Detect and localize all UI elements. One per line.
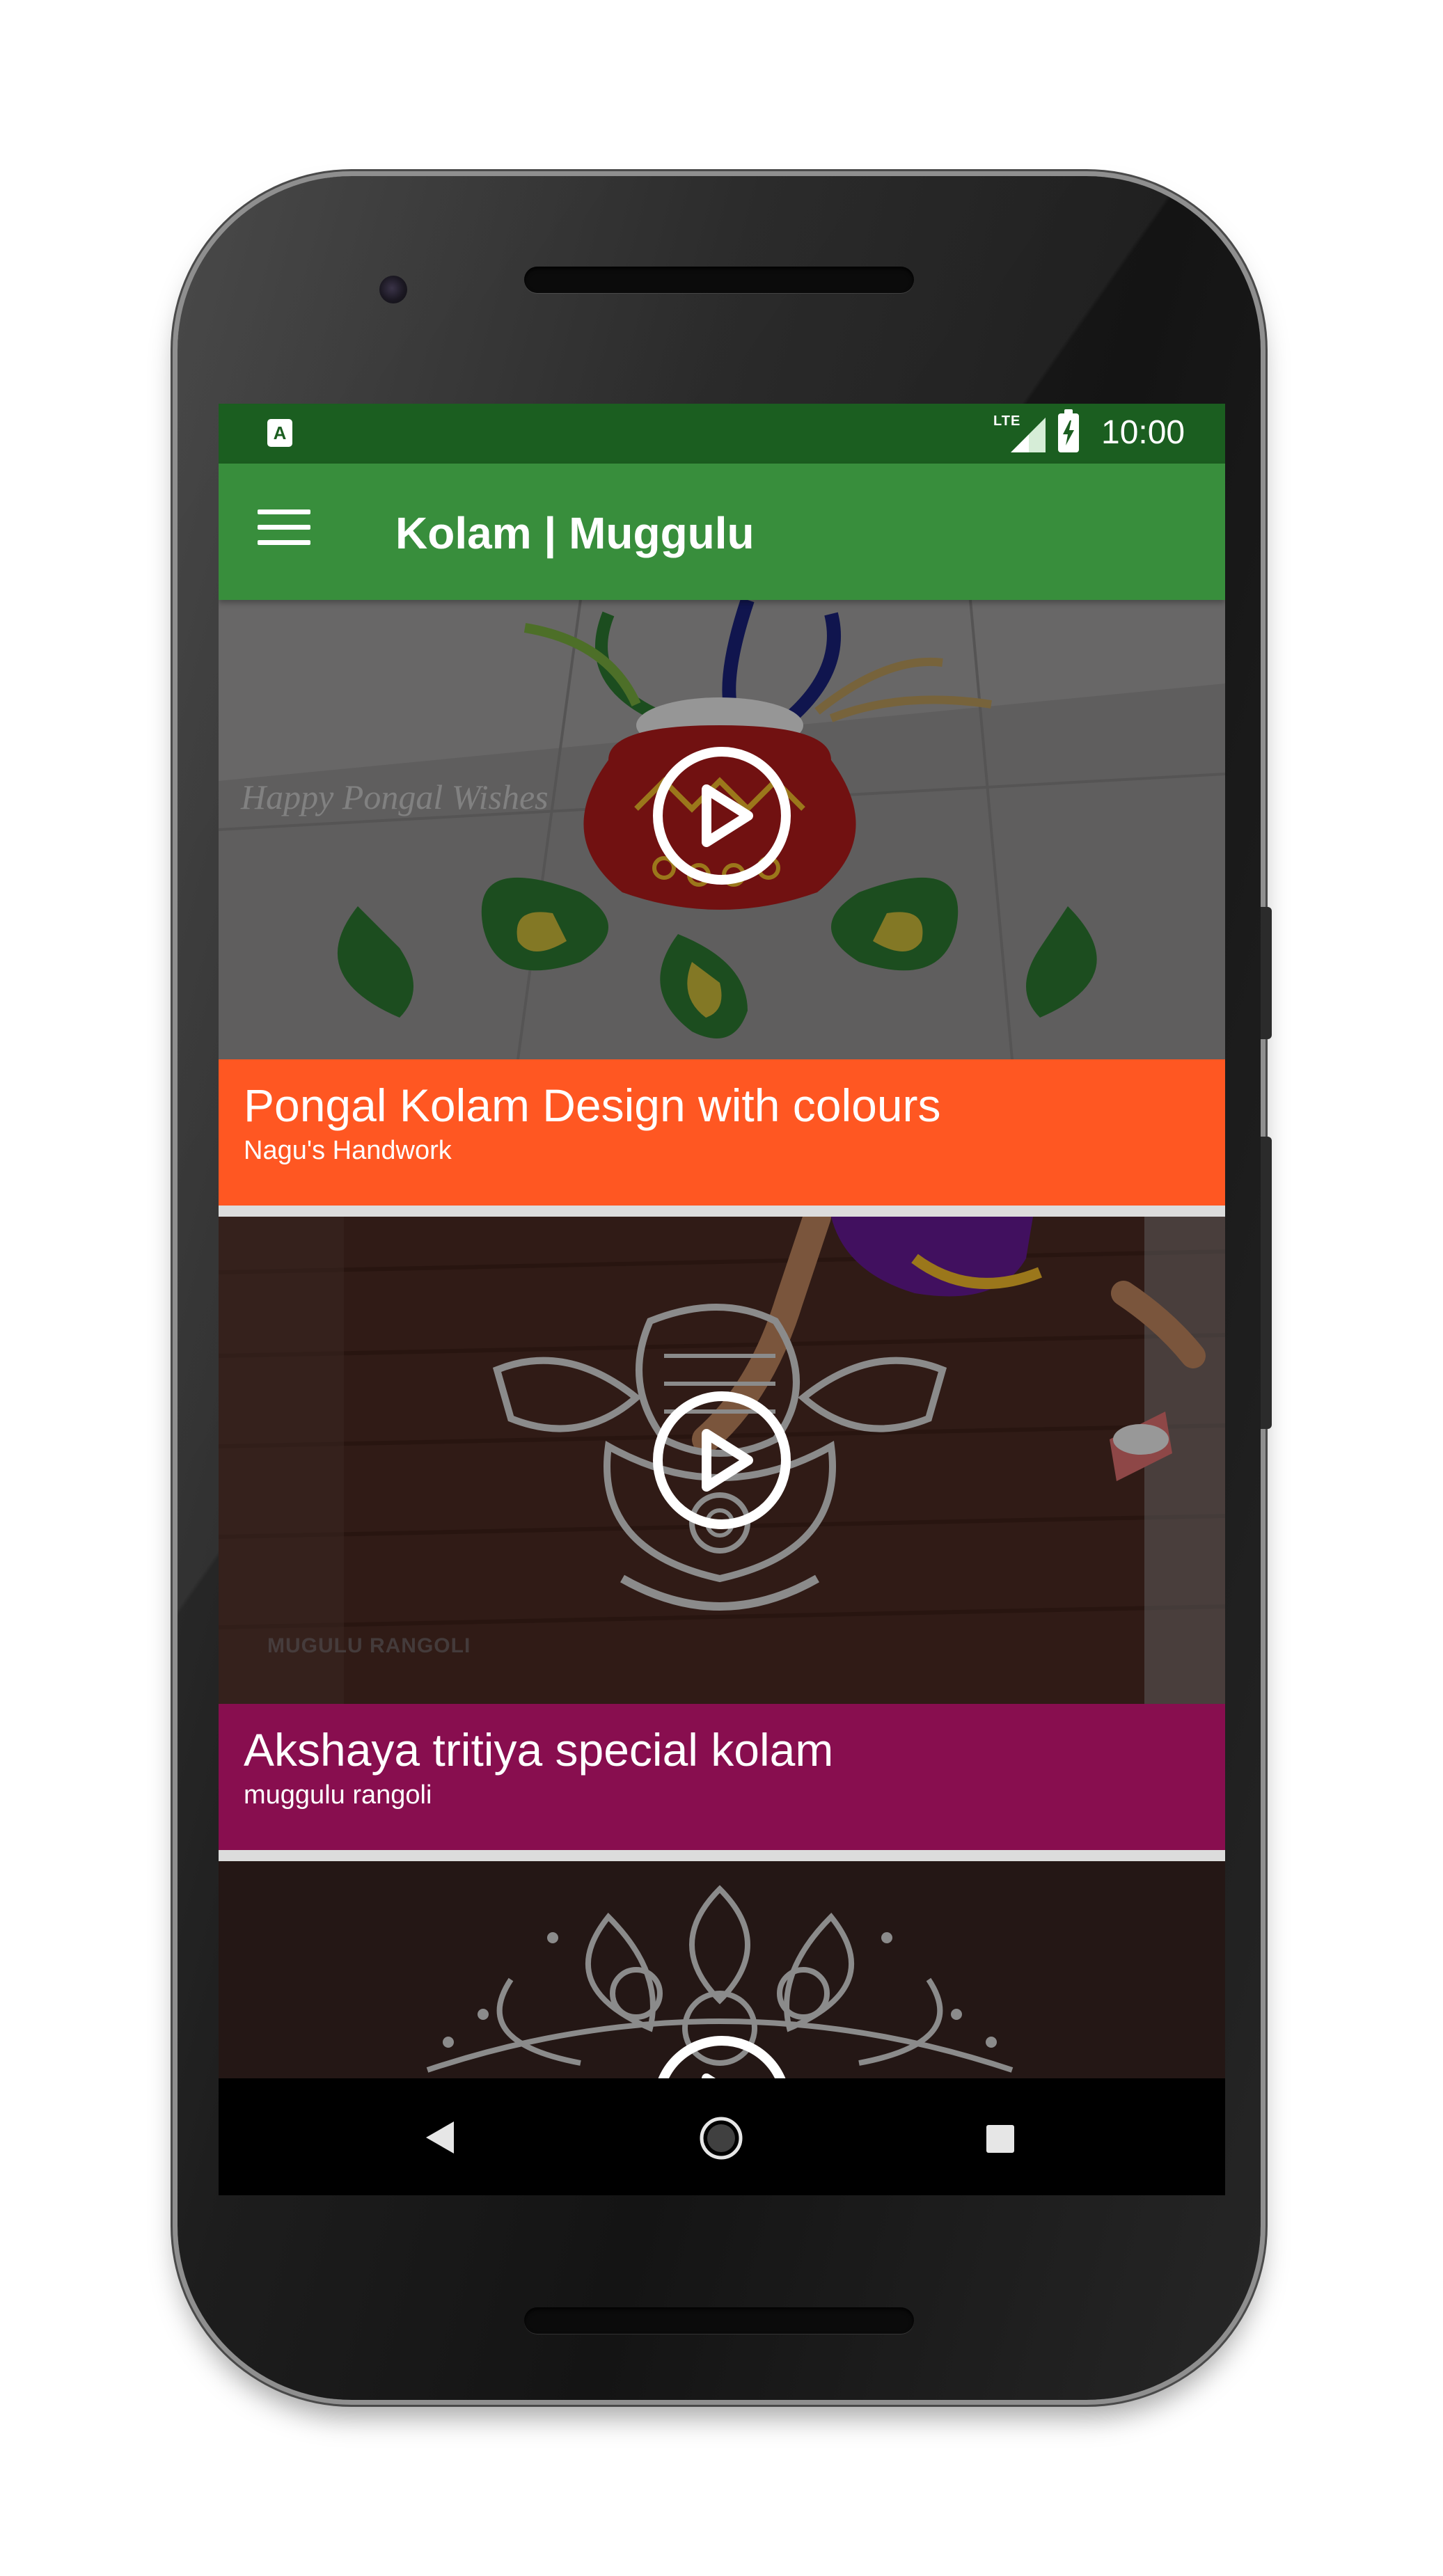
video-title: Akshaya tritiya special kolam xyxy=(244,1724,834,1776)
hamburger-line xyxy=(258,525,310,530)
battery-icon xyxy=(1058,409,1079,452)
hamburger-line xyxy=(258,540,310,545)
back-icon[interactable] xyxy=(425,2120,457,2155)
home-icon[interactable] xyxy=(699,2116,743,2160)
notification-app-icon: A xyxy=(267,419,292,447)
signal-icon xyxy=(1011,418,1046,452)
volume-button xyxy=(1261,1137,1272,1429)
video-card[interactable]: MUGULU RANGOLI Akshaya tritiya special k… xyxy=(219,1217,1225,1850)
app-title: Kolam | Muggulu xyxy=(395,508,755,558)
toolbar: Kolam | Muggulu xyxy=(219,464,1225,600)
play-icon[interactable] xyxy=(652,746,791,885)
video-list: Happy Pongal Wishes Pongal Kolam Design … xyxy=(219,600,1225,2195)
video-card[interactable]: Happy Pongal Wishes Pongal Kolam Design … xyxy=(219,600,1225,1206)
video-thumbnail[interactable]: MUGULU RANGOLI xyxy=(219,1217,1225,1704)
video-channel: Nagu's Handwork xyxy=(244,1136,452,1165)
top-speaker xyxy=(524,267,914,293)
video-thumbnail[interactable]: Happy Pongal Wishes xyxy=(219,600,1225,1059)
recents-icon[interactable] xyxy=(986,2124,1015,2154)
power-button xyxy=(1261,907,1272,1039)
hamburger-icon xyxy=(258,509,310,514)
clock: 10:00 xyxy=(1101,414,1185,451)
status-bar: A LTE 10:00 xyxy=(219,404,1225,464)
video-caption[interactable]: Pongal Kolam Design with colours Nagu's … xyxy=(219,1059,1225,1206)
app-screen: A LTE 10:00 Kolam | Muggulu Happy Pongal… xyxy=(219,404,1225,2195)
front-camera xyxy=(379,276,407,303)
video-channel: muggulu rangoli xyxy=(244,1780,432,1810)
video-title: Pongal Kolam Design with colours xyxy=(244,1080,941,1131)
video-caption[interactable]: Akshaya tritiya special kolam muggulu ra… xyxy=(219,1704,1225,1850)
menu-button[interactable] xyxy=(258,509,310,554)
bottom-speaker xyxy=(524,2307,914,2334)
system-nav-bar xyxy=(219,2078,1225,2195)
play-icon[interactable] xyxy=(652,1391,791,1530)
